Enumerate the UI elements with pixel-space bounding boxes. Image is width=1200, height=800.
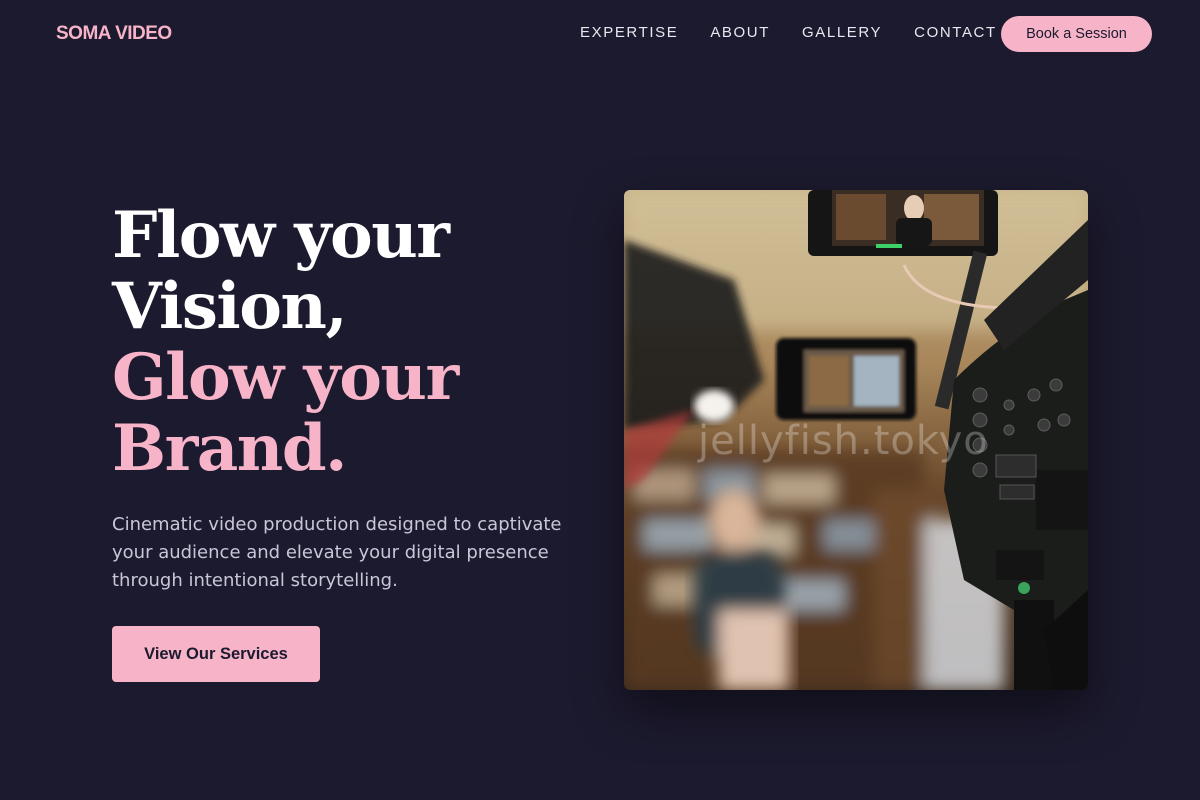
hero-title: Flow your Vision, Glow your Brand. <box>112 200 582 484</box>
hero-title-line-2: Vision, <box>112 269 348 344</box>
hero-title-line-1: Flow your <box>112 198 450 273</box>
hero-title-line-4: Brand. <box>112 411 347 486</box>
nav-item-contact[interactable]: CONTACT <box>914 24 997 41</box>
nav-item-expertise[interactable]: EXPERTISE <box>580 24 678 41</box>
hero-title-line-3: Glow your <box>112 340 459 415</box>
book-session-button[interactable]: Book a Session <box>1001 16 1152 52</box>
site-header: SOMA VIDEO EXPERTISE ABOUT GALLERY CONTA… <box>0 0 1200 68</box>
image-watermark: jellyfish.tokyo <box>698 418 989 464</box>
main-nav: EXPERTISE ABOUT GALLERY CONTACT <box>580 24 1029 41</box>
nav-item-gallery[interactable]: GALLERY <box>802 24 882 41</box>
hero-subtitle: Cinematic video production designed to c… <box>112 514 562 591</box>
view-services-button[interactable]: View Our Services <box>112 626 320 682</box>
nav-item-about[interactable]: ABOUT <box>710 24 770 41</box>
site-logo[interactable]: SOMA VIDEO <box>56 23 172 45</box>
hero-camera-image: jellyfish.tokyo <box>624 190 1088 690</box>
